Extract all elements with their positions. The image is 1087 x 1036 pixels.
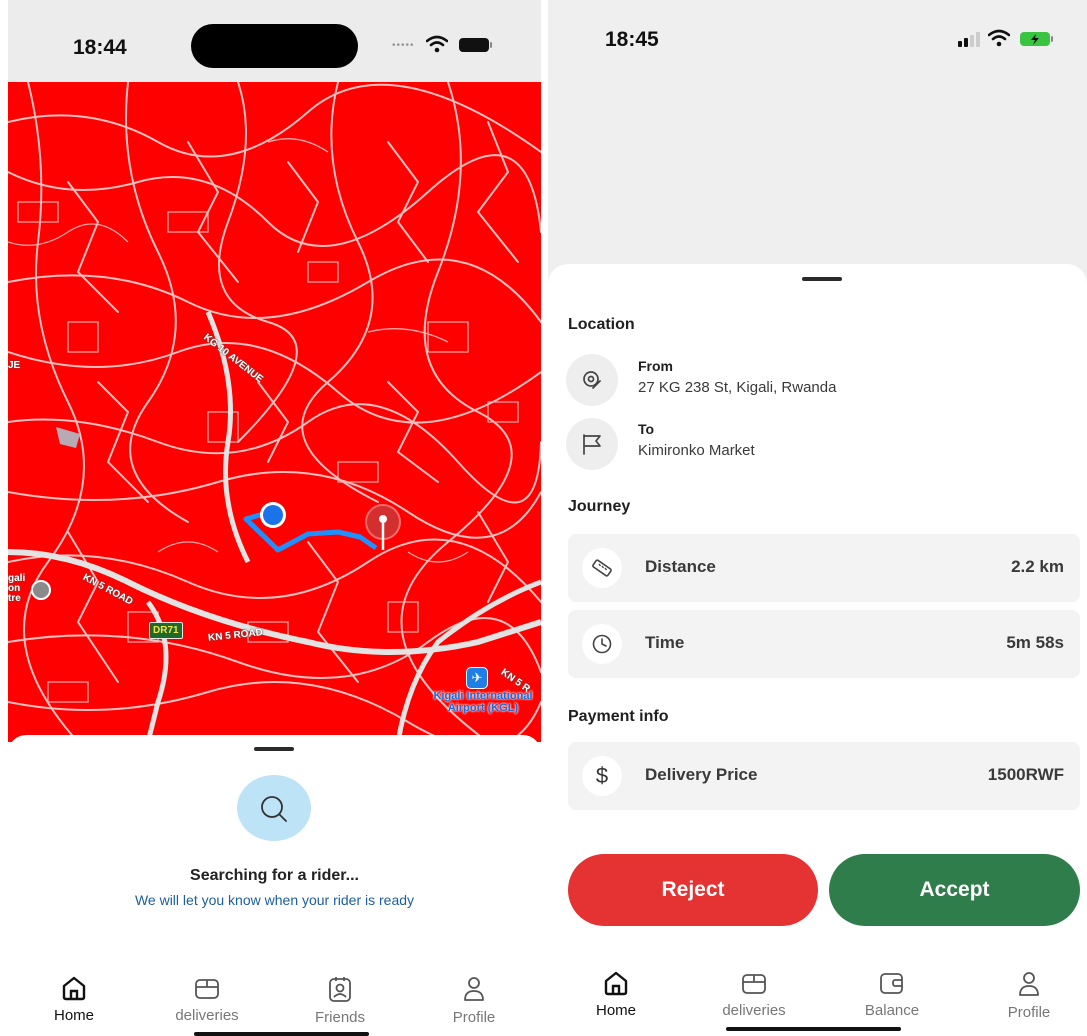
cell-dots-icon: ••••• xyxy=(392,40,415,51)
distance-label: Distance xyxy=(645,557,716,576)
dollar-icon: $ xyxy=(595,763,609,788)
home-icon xyxy=(604,971,628,996)
person-icon xyxy=(464,977,484,1001)
time-icon-badge xyxy=(582,624,622,664)
contact-badge-icon xyxy=(329,977,351,1002)
clock-icon xyxy=(592,634,612,654)
payment-title: Payment info xyxy=(568,708,669,725)
search-bottom-sheet: Searching for a rider... We will let you… xyxy=(8,735,541,1036)
search-subtitle: We will let you know when your rider is … xyxy=(134,892,415,908)
nav-profile[interactable]: Profile xyxy=(424,975,524,1026)
home-indicator xyxy=(194,1032,369,1036)
time-value: 5m 58s xyxy=(1006,633,1064,652)
nav-friends[interactable]: Friends xyxy=(290,975,390,1026)
map-label-airport: Kigali International Airport (KGL) xyxy=(433,690,533,714)
nav-home[interactable]: Home xyxy=(566,970,666,1019)
signal-icon xyxy=(958,32,980,47)
home-indicator xyxy=(726,1027,901,1031)
wifi-icon xyxy=(988,29,1010,47)
nav-deliveries-label: deliveries xyxy=(175,1007,239,1024)
price-card: $ Delivery Price 1500RWF xyxy=(568,742,1080,810)
nav-profile-label: Profile xyxy=(1007,1004,1051,1021)
nav-balance[interactable]: Balance xyxy=(842,970,942,1019)
map-roads xyxy=(8,82,541,742)
status-time: 18:45 xyxy=(605,28,659,51)
sheet-handle[interactable] xyxy=(802,277,842,281)
from-address: 27 KG 238 St, Kigali, Rwanda xyxy=(638,379,837,396)
reject-button[interactable]: Reject xyxy=(568,854,818,926)
status-time: 18:44 xyxy=(73,36,127,59)
search-title: Searching for a rider... xyxy=(190,867,359,884)
to-label: To xyxy=(638,421,655,437)
nav-home-label: Home xyxy=(595,1002,636,1019)
price-value: 1500RWF xyxy=(987,765,1064,784)
home-icon xyxy=(62,976,86,1001)
from-icon-badge xyxy=(566,354,618,406)
sheet-handle[interactable] xyxy=(254,747,294,751)
status-bar: 18:44 ••••• xyxy=(8,0,541,82)
flag-icon xyxy=(583,434,601,455)
distance-icon-badge xyxy=(582,548,622,588)
map-label-edge: JE xyxy=(8,360,21,371)
location-pin-icon xyxy=(583,371,601,389)
location-title: Location xyxy=(568,316,635,333)
battery-icon xyxy=(459,38,492,52)
from-label: From xyxy=(638,358,673,374)
nav-profile-label: Profile xyxy=(452,1009,496,1026)
search-icon xyxy=(261,796,287,822)
journey-title: Journey xyxy=(568,498,631,515)
distance-card: Distance 2.2 km xyxy=(568,534,1080,602)
nav-deliveries[interactable]: deliveries xyxy=(704,970,804,1019)
nav-home[interactable]: Home xyxy=(24,975,124,1024)
to-icon-badge xyxy=(566,418,618,470)
wifi-icon xyxy=(426,35,448,53)
airport-icon: ✈ xyxy=(466,667,488,689)
price-icon-badge: $ xyxy=(582,756,622,796)
box-icon xyxy=(195,979,219,999)
time-card: Time 5m 58s xyxy=(568,610,1080,678)
nav-balance-label: Balance xyxy=(864,1002,920,1019)
box-icon xyxy=(742,974,766,994)
map-label-edge: gali on tre xyxy=(8,573,26,604)
nav-deliveries[interactable]: deliveries xyxy=(157,975,257,1024)
to-address: Kimironko Market xyxy=(638,442,755,459)
nav-home-label: Home xyxy=(53,1007,94,1024)
person-icon xyxy=(1019,972,1039,996)
route-shield-dr71: DR71 xyxy=(149,622,183,639)
price-label: Delivery Price xyxy=(645,765,758,784)
nav-deliveries-label: deliveries xyxy=(722,1002,786,1019)
delivery-details-sheet: Location From 27 KG 238 St, Kigali, Rwan… xyxy=(548,264,1087,1036)
time-label: Time xyxy=(645,633,685,652)
wallet-icon xyxy=(880,973,903,994)
battery-icon xyxy=(1020,32,1053,46)
delivery-request-screen: 18:45 Location From 27 KG 238 St, Kigali… xyxy=(548,0,1087,1036)
map-view[interactable]: KG 10 AVENUE KN 5 ROAD KN 5 ROAD KN 5 R … xyxy=(8,82,541,742)
nav-profile[interactable]: Profile xyxy=(979,970,1079,1021)
distance-value: 2.2 km xyxy=(1011,557,1064,576)
dynamic-island xyxy=(191,24,358,68)
rider-search-screen: 18:44 ••••• KG 10 AVENUE KN 5 ROAD KN 5 … xyxy=(8,0,541,1036)
search-status-badge xyxy=(237,775,311,841)
bottom-nav: Home deliveries Friends Profile xyxy=(8,975,541,1036)
nav-friends-label: Friends xyxy=(314,1009,366,1026)
accept-button[interactable]: Accept xyxy=(829,854,1080,926)
ruler-icon xyxy=(592,559,612,577)
